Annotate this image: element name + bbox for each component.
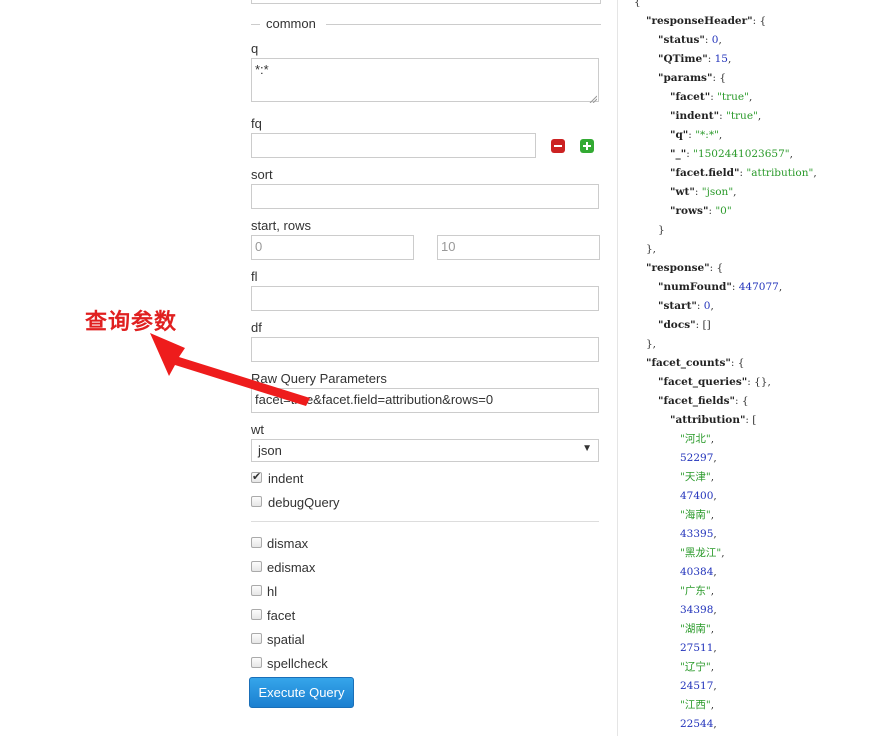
- legend-text: common: [266, 16, 316, 31]
- hl-checkbox[interactable]: [251, 585, 262, 596]
- facet-label: facet: [267, 608, 296, 623]
- indent-label: indent: [268, 471, 304, 486]
- wt-select[interactable]: json ▼: [251, 439, 599, 462]
- facet-count: 43395,: [680, 528, 717, 540]
- facet-count: 34398,: [680, 604, 717, 616]
- json-line: "response": {: [646, 262, 724, 274]
- json-line: "indent": "true",: [670, 110, 762, 122]
- remove-fq-icon[interactable]: [551, 139, 565, 153]
- indent-checkbox[interactable]: [251, 470, 262, 483]
- facet-value: "辽宁",: [680, 661, 715, 673]
- edismax-checkbox[interactable]: [251, 561, 262, 572]
- json-line: "status": 0,: [658, 34, 722, 46]
- json-line: "facet.field": "attribution",: [670, 167, 817, 179]
- spatial-checkbox[interactable]: [251, 633, 262, 644]
- facet-count: 40384,: [680, 566, 717, 578]
- resize-handle-icon[interactable]: [589, 91, 598, 104]
- json-line: "start": 0,: [658, 300, 714, 312]
- facet-count: 52297,: [680, 452, 717, 464]
- previous-field-border: [251, 0, 601, 4]
- facet-value: "广东",: [680, 585, 715, 597]
- json-line: "attribution": [: [670, 414, 757, 426]
- facet-checkbox[interactable]: [251, 609, 262, 620]
- json-line: "facet_fields": {: [658, 395, 749, 407]
- debugquery-checkbox[interactable]: [251, 496, 262, 507]
- json-line: "wt": "json",: [670, 186, 737, 198]
- edismax-label: edismax: [267, 560, 316, 575]
- json-line: "facet_queries": {},: [658, 376, 771, 388]
- sort-label: sort: [251, 167, 273, 182]
- spatial-label: spatial: [267, 632, 305, 647]
- json-brace: {: [634, 0, 641, 8]
- spellcheck-checkbox[interactable]: [251, 657, 262, 668]
- facet-value: "湖南",: [680, 623, 715, 635]
- fq-label: fq: [251, 116, 262, 131]
- json-line: "facet": "true",: [670, 91, 753, 103]
- facet-count: 24517,: [680, 680, 717, 692]
- json-line: "numFound": 447077,: [658, 281, 783, 293]
- spellcheck-label: spellcheck: [267, 656, 328, 671]
- rows-input[interactable]: 10: [437, 235, 600, 260]
- json-line: "responseHeader": {: [646, 15, 767, 27]
- facet-count: 22544,: [680, 718, 717, 730]
- common-fieldset-legend: common: [251, 16, 601, 32]
- json-line: "rows": "0": [670, 205, 732, 217]
- sort-input[interactable]: [251, 184, 599, 209]
- json-line: "_": "1502441023657",: [670, 148, 793, 160]
- json-line: "facet_counts": {: [646, 357, 745, 369]
- json-line: "docs": []: [658, 319, 711, 331]
- json-line: }: [658, 224, 665, 236]
- json-line: },: [646, 338, 657, 350]
- execute-query-button[interactable]: Execute Query: [249, 677, 354, 708]
- dropdown-arrow-icon: ▼: [582, 443, 592, 454]
- json-line: "params": {: [658, 72, 727, 84]
- start-rows-label: start, rows: [251, 218, 311, 233]
- fl-label: fl: [251, 269, 258, 284]
- facet-count: 47400,: [680, 490, 717, 502]
- wt-selected-value: json: [258, 443, 282, 458]
- annotation-arrow-icon: [150, 333, 310, 406]
- facet-count: 27511,: [680, 642, 717, 654]
- dismax-checkbox[interactable]: [251, 537, 262, 548]
- q-textarea[interactable]: *:*: [251, 58, 599, 102]
- json-line: },: [646, 243, 657, 255]
- fq-input[interactable]: [251, 133, 536, 158]
- facet-value: "天津",: [680, 471, 715, 483]
- facet-value: "海南",: [680, 509, 715, 521]
- facet-value: "黑龙江",: [680, 547, 725, 559]
- fl-input[interactable]: [251, 286, 599, 311]
- pane-divider: [617, 0, 618, 736]
- json-line: "QTime": 15,: [658, 53, 732, 65]
- facet-value: "江西",: [680, 699, 715, 711]
- debugquery-label: debugQuery: [268, 495, 340, 510]
- wt-label: wt: [251, 422, 264, 437]
- divider: [251, 521, 599, 522]
- dismax-label: dismax: [267, 536, 309, 551]
- facet-value: "河北",: [680, 433, 715, 445]
- add-fq-icon[interactable]: [580, 139, 594, 153]
- start-input[interactable]: 0: [251, 235, 414, 260]
- hl-label: hl: [267, 584, 278, 599]
- q-label: q: [251, 41, 259, 56]
- json-line: "q": "*:*",: [670, 129, 723, 141]
